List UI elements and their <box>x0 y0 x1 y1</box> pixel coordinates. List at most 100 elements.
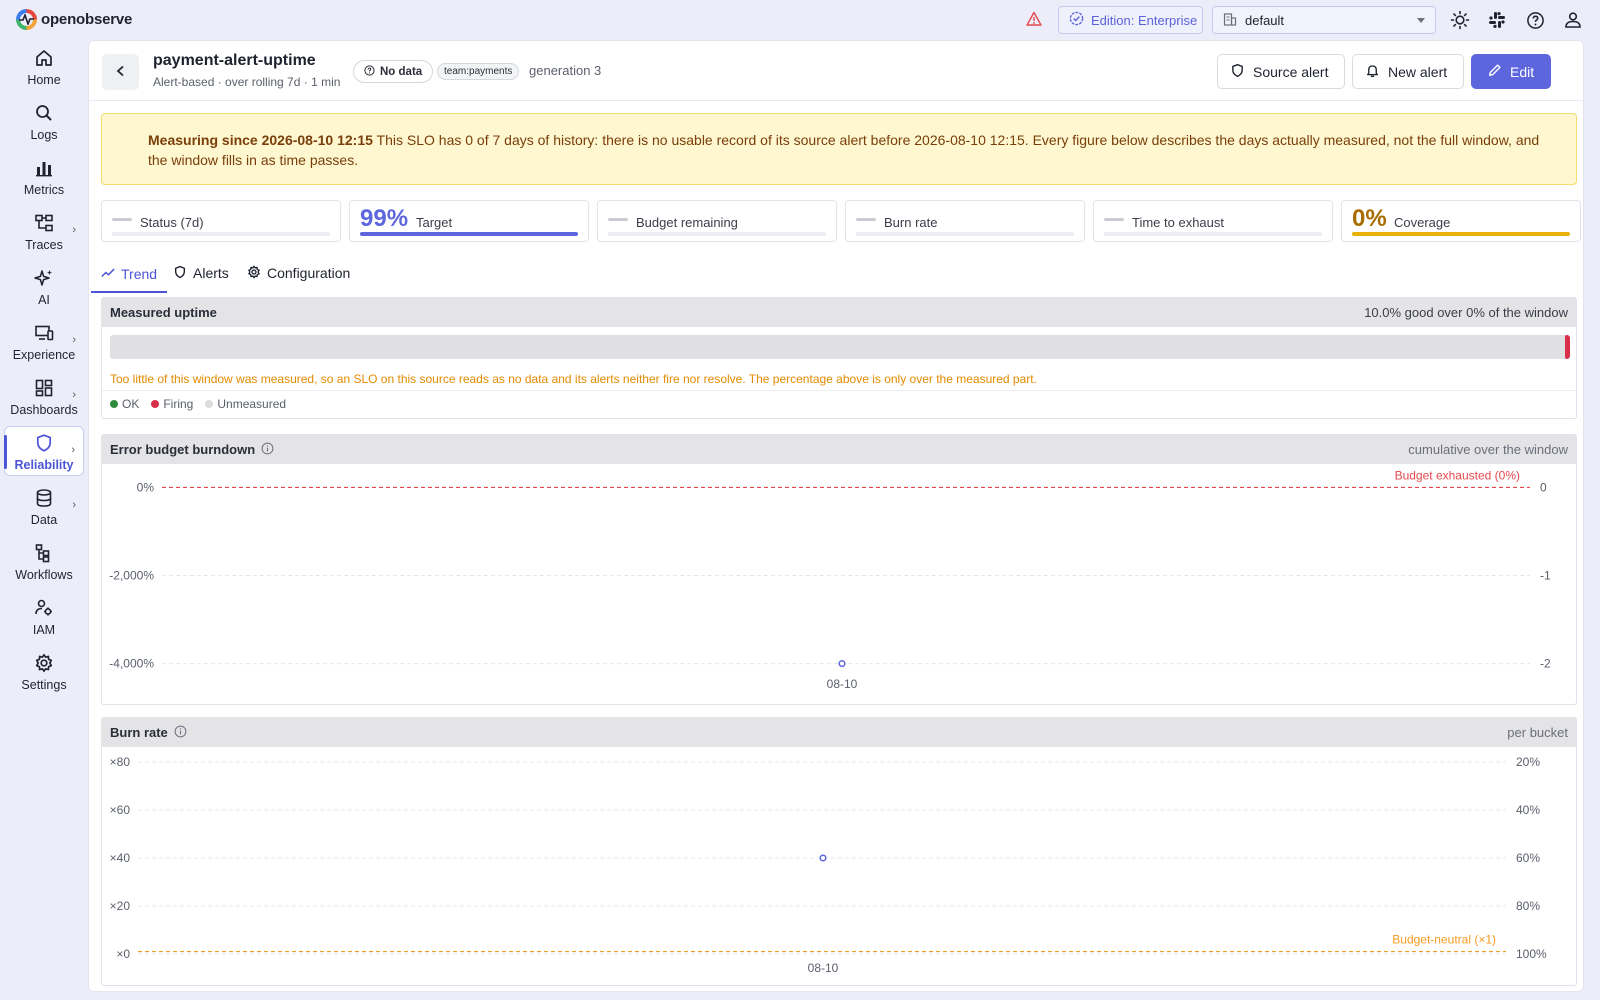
sidebar-item-settings[interactable]: Settings <box>4 647 84 697</box>
source-alert-button[interactable]: Source alert <box>1217 54 1345 89</box>
logo-icon <box>16 9 37 30</box>
y-tick-label-right: 20% <box>1516 755 1540 769</box>
gear-icon <box>33 652 55 674</box>
new-alert-label: New alert <box>1388 63 1448 80</box>
status-badge-label: No data <box>380 65 423 78</box>
threshold-label: Budget exhausted (0%) <box>1395 468 1520 482</box>
y-tick-label-left: -2,000% <box>109 569 154 583</box>
uptime-summary: 10.0% good over 0% of the window <box>1364 305 1568 320</box>
trend-icon <box>101 266 115 283</box>
sidebar-item-dashboards[interactable]: Dashboards › <box>4 372 84 422</box>
uptime-legend: OK Firing Unmeasured <box>110 397 286 411</box>
sidebar-item-workflows[interactable]: Workflows <box>4 537 84 587</box>
tab-label: Trend <box>121 266 158 282</box>
tab-configuration[interactable]: Configuration <box>237 255 360 291</box>
stat-label: Target <box>416 215 453 230</box>
sidebar-item-metrics[interactable]: Metrics <box>4 152 84 202</box>
sidebar-item-ai[interactable]: AI <box>4 262 84 312</box>
uptime-timeline-bar[interactable] <box>110 335 1570 359</box>
sidebar-item-label: Data <box>30 513 58 527</box>
empty-value <box>608 218 628 221</box>
database-icon <box>33 487 55 509</box>
dashboard-icon <box>33 377 55 399</box>
section-header: Measured uptime 10.0% good over 0% of th… <box>102 298 1576 327</box>
chevron-down-icon <box>1417 18 1425 23</box>
legend-unmeasured: Unmeasured <box>205 397 286 411</box>
top-bar: openobserve Edition: Enterprise default <box>0 0 1600 40</box>
tab-label: Alerts <box>193 265 229 281</box>
empty-value <box>112 218 132 221</box>
bell-icon <box>1365 63 1380 81</box>
app-name: openobserve <box>41 11 133 28</box>
stat-card-time-to-exhaust: Time to exhaust <box>1093 200 1333 242</box>
chart-note: cumulative over the window <box>1408 442 1568 457</box>
sidebar-item-traces[interactable]: Traces › <box>4 207 84 257</box>
traces-icon <box>33 212 55 234</box>
stat-bar <box>856 232 1074 236</box>
badge-check-icon <box>1069 11 1084 29</box>
legend-ok: OK <box>110 397 139 411</box>
chevron-right-icon: › <box>72 334 76 346</box>
stat-value: 99% <box>360 205 409 232</box>
workflow-icon <box>33 542 55 564</box>
threshold-label: Budget-neutral (×1) <box>1392 933 1496 947</box>
slack-icon[interactable] <box>1487 10 1507 30</box>
sidebar-item-experience[interactable]: Experience › <box>4 317 84 367</box>
y-tick-label-left: ×40 <box>110 851 131 865</box>
uptime-warning-note: Too little of this window was measured, … <box>110 372 1037 386</box>
burndown-chart: 0% 0 -2,000% -1 -4,000% -2 Budget exhausted (0… <box>109 468 1551 691</box>
stat-label: Coverage <box>1394 215 1451 230</box>
chevron-right-icon: › <box>72 499 76 511</box>
legend-firing: Firing <box>151 397 193 411</box>
legend-label: OK <box>122 397 140 411</box>
tab-label: Configuration <box>267 265 351 281</box>
tab-alerts[interactable]: Alerts <box>163 255 239 291</box>
divider <box>102 390 1576 391</box>
chevron-right-icon: › <box>72 389 76 401</box>
legend-label: Firing <box>163 397 194 411</box>
sidebar-item-reliability[interactable]: Reliability › <box>4 426 84 476</box>
y-tick-label-left: ×0 <box>116 947 130 961</box>
y-tick-label-right: -2 <box>1540 657 1551 671</box>
stat-card-burn-rate: Burn rate <box>845 200 1085 242</box>
org-selector[interactable]: default <box>1212 6 1436 34</box>
y-tick-label-left: ×80 <box>110 755 131 769</box>
sidebar-item-logs[interactable]: Logs <box>4 97 84 147</box>
stat-bar <box>1352 232 1570 236</box>
sidebar-item-iam[interactable]: IAM <box>4 592 84 642</box>
app-logo[interactable]: openobserve <box>16 9 132 30</box>
empty-value <box>1104 218 1124 221</box>
edition-button[interactable]: Edition: Enterprise <box>1058 6 1203 34</box>
new-alert-button[interactable]: New alert <box>1352 54 1464 89</box>
sidebar-item-label: Reliability <box>14 458 74 472</box>
bar-chart-icon <box>33 157 55 179</box>
stat-card-status: Status (7d) <box>101 200 341 242</box>
y-tick-label-right: -1 <box>1540 569 1551 583</box>
page-subtitle: Alert-based · over rolling 7d · 1 min <box>153 75 341 89</box>
sidebar-item-home[interactable]: Home <box>4 42 84 92</box>
sidebar-item-label: Traces <box>25 238 63 252</box>
chart-note: per bucket <box>1507 725 1568 740</box>
users-gear-icon <box>33 597 55 619</box>
source-alert-label: Source alert <box>1253 63 1329 80</box>
measured-uptime-panel: Measured uptime 10.0% good over 0% of th… <box>101 297 1577 419</box>
sun-icon[interactable] <box>1450 10 1470 30</box>
user-icon[interactable] <box>1563 10 1583 30</box>
help-icon[interactable] <box>1525 10 1545 30</box>
firing-segment <box>1565 335 1570 359</box>
x-tick-label: 08-10 <box>808 961 839 975</box>
info-icon[interactable] <box>261 442 274 458</box>
tab-trend[interactable]: Trend <box>91 255 168 293</box>
back-button[interactable] <box>102 54 139 90</box>
y-tick-label-left: ×60 <box>110 803 131 817</box>
chevron-right-icon: › <box>71 444 75 456</box>
sidebar-item-data[interactable]: Data › <box>4 482 84 532</box>
home-icon <box>33 47 55 69</box>
stat-bar <box>112 232 330 236</box>
sparkle-icon <box>33 267 55 289</box>
alert-triangle-icon[interactable] <box>1026 11 1042 30</box>
y-tick-label-right: 40% <box>1516 803 1540 817</box>
info-icon[interactable] <box>174 725 187 741</box>
section-title: Burn rate <box>110 725 187 741</box>
edit-button[interactable]: Edit <box>1471 54 1551 89</box>
